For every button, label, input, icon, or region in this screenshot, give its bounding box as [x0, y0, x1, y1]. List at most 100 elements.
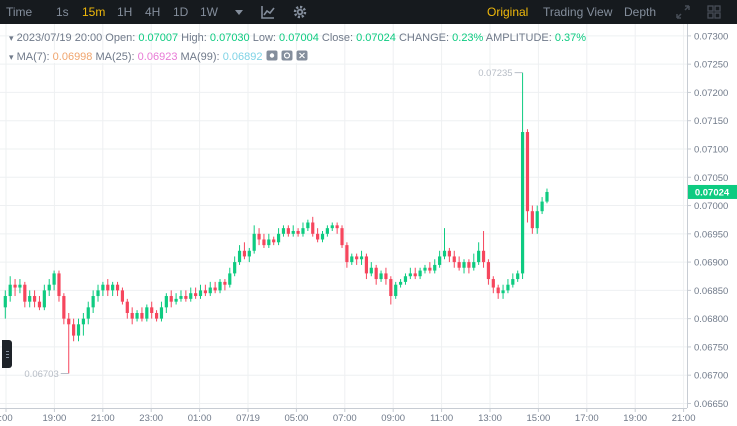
candle-body — [477, 250, 481, 263]
candle-body — [76, 324, 81, 336]
candle-body — [335, 225, 339, 229]
candle-body — [272, 239, 276, 243]
change-label: CHANGE: — [398, 32, 450, 44]
candle-body — [350, 256, 354, 263]
candle-body — [311, 222, 315, 234]
x-tick-label: 05:00 — [285, 413, 309, 424]
y-tick-label: 0.07150 — [694, 116, 728, 127]
candle-body — [81, 318, 85, 325]
candle-body — [96, 290, 100, 297]
candle-body — [394, 284, 398, 297]
candle-body — [32, 296, 37, 302]
candle-body — [442, 250, 447, 257]
candle-body — [525, 132, 530, 212]
x-tick-label: 21:00 — [672, 413, 696, 424]
candle-body — [228, 273, 232, 285]
candle-body — [296, 230, 300, 234]
candle-body — [516, 273, 520, 280]
high-value: 0.07030 — [209, 32, 250, 44]
x-tick-label: 09:00 — [381, 413, 405, 424]
candle-body — [486, 262, 491, 280]
candle-body — [496, 287, 500, 294]
candle-body — [379, 273, 383, 280]
last-price-label: 0.07024 — [695, 187, 730, 198]
eye-icon[interactable] — [266, 50, 278, 61]
candle-body — [530, 211, 534, 229]
x-tick-label: 07:00 — [333, 413, 357, 424]
candle-body — [408, 273, 412, 277]
candle-body — [384, 273, 388, 280]
candle-body — [150, 307, 154, 313]
candle-body — [506, 284, 510, 291]
candle-body — [374, 267, 378, 280]
candle-body — [67, 318, 71, 325]
candle-body — [91, 296, 95, 308]
candle-body — [37, 301, 42, 308]
candle-body — [130, 312, 134, 319]
y-tick-label: 0.07300 — [694, 31, 728, 42]
candle-body — [101, 284, 105, 291]
y-tick-label: 0.07050 — [694, 173, 728, 184]
candle-body — [467, 262, 471, 268]
collapse-icon[interactable]: ▾ — [9, 33, 14, 43]
candle-body — [18, 284, 22, 288]
candle-body — [174, 298, 178, 302]
candle-body — [140, 312, 144, 319]
close-label: Close: — [321, 32, 354, 44]
collapse-icon[interactable]: ▾ — [9, 52, 14, 62]
scroll-handle[interactable] — [2, 340, 12, 368]
ma25-value: 0.06923 — [137, 51, 178, 63]
candle-body — [237, 250, 242, 263]
amplitude-value: 0.37% — [554, 32, 587, 44]
candle-body — [291, 230, 295, 234]
close-icon[interactable] — [296, 50, 308, 61]
candle-body — [86, 307, 90, 319]
x-tick-label: 11:00 — [430, 413, 453, 424]
candle-body — [233, 262, 237, 274]
candle-body — [403, 276, 408, 282]
candle-body — [257, 233, 261, 240]
candle-body — [62, 296, 66, 319]
candle-body — [520, 132, 525, 274]
candle-body — [286, 228, 290, 234]
candle-body — [276, 233, 281, 243]
settings-icon[interactable] — [281, 50, 293, 61]
candle-body — [452, 256, 456, 263]
candle-body — [389, 279, 393, 297]
y-tick-label: 0.06800 — [694, 314, 728, 325]
candle-body — [301, 228, 305, 234]
ma25-label: MA(25): — [95, 51, 135, 63]
candle-body — [145, 307, 149, 319]
candle-body — [179, 296, 183, 299]
ohlc-legend: ▾ 2023/07/19 20:00 Open: 0.07007 High: 0… — [9, 32, 586, 44]
candle-body — [169, 296, 173, 302]
candle-body — [52, 273, 56, 285]
y-tick-label: 0.06750 — [694, 342, 728, 353]
candle-body — [481, 250, 486, 263]
ma7-label: MA(7): — [16, 51, 50, 63]
candle-body — [28, 296, 32, 302]
change-value: 0.23% — [452, 32, 484, 44]
candle-body — [262, 239, 266, 246]
candle-body — [47, 284, 51, 291]
candle-body — [462, 262, 466, 268]
x-tick-label: 13:00 — [478, 413, 502, 424]
max-price-label: 0.07235 — [478, 68, 512, 79]
candle-body — [42, 290, 46, 308]
candle-body — [501, 290, 505, 294]
candle-body — [472, 262, 476, 268]
candle-body — [359, 256, 364, 260]
candle-body — [369, 267, 373, 274]
candle-body — [213, 287, 217, 291]
y-tick-label: 0.06900 — [694, 258, 728, 269]
candle-body — [316, 233, 320, 240]
candle-body — [252, 233, 256, 251]
x-tick-label: 17:00 — [575, 413, 599, 424]
candle-body — [159, 307, 164, 319]
x-tick-label: 07/19 — [236, 413, 260, 424]
candle-body — [218, 281, 222, 291]
candle-body — [72, 324, 76, 336]
candle-body — [418, 270, 422, 277]
candlestick-chart[interactable]: 0.07300 0.07250 0.07200 0.07150 0.07100 0.070… — [0, 0, 737, 426]
min-price-label: 0.06703 — [24, 369, 58, 380]
